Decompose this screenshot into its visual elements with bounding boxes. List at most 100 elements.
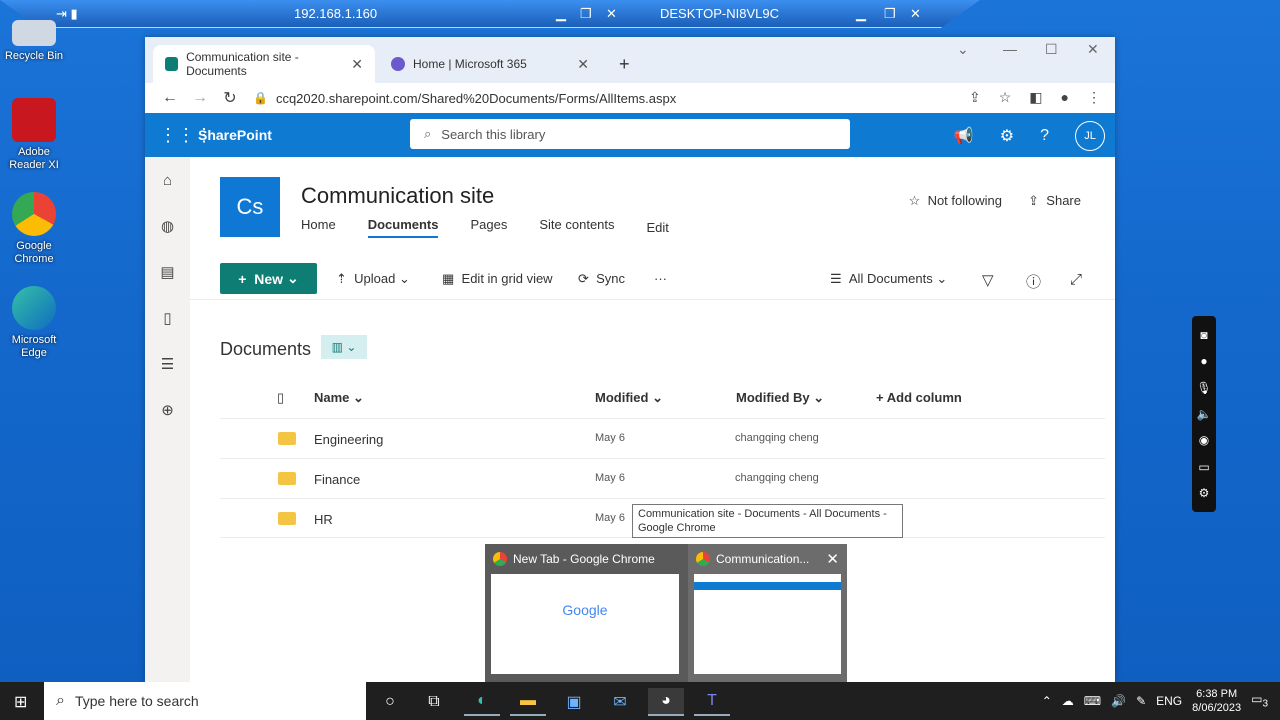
- window-icon[interactable]: ▭: [1198, 460, 1209, 474]
- tab-search-icon[interactable]: ⌄: [957, 41, 969, 58]
- menu-icon[interactable]: ⋮: [1087, 89, 1101, 106]
- new-tab-button[interactable]: +: [607, 45, 639, 83]
- site-logo[interactable]: Cs: [220, 177, 280, 237]
- view-selector[interactable]: ☰ All Documents ⌄: [830, 271, 947, 287]
- adobe-reader-icon: [12, 98, 56, 142]
- globe-icon[interactable]: ◍: [145, 203, 190, 249]
- record-icon[interactable]: ●: [1200, 354, 1207, 368]
- table-row[interactable]: Finance May 6 changqing cheng: [220, 458, 1105, 498]
- profile-icon[interactable]: ●: [1061, 89, 1069, 106]
- table-row[interactable]: Engineering May 6 changqing cheng: [220, 418, 1105, 458]
- site-title[interactable]: Communication site: [301, 183, 494, 209]
- network-icon[interactable]: ⌨: [1084, 694, 1101, 708]
- row-name[interactable]: Engineering: [314, 432, 383, 447]
- win-restore-icon[interactable]: ❐: [884, 6, 896, 22]
- column-modified-by[interactable]: Modified By ⌄: [736, 390, 824, 406]
- taskbar-search-input[interactable]: ⌕ Type here to search: [44, 682, 366, 720]
- nav-documents[interactable]: Documents: [367, 217, 439, 238]
- chevron-up-icon[interactable]: ⌃: [1042, 694, 1052, 708]
- nav-site-contents[interactable]: Site contents: [539, 217, 614, 238]
- thumbnail-new-tab[interactable]: New Tab - Google Chrome Google: [485, 544, 685, 682]
- minimize-icon[interactable]: —: [1003, 41, 1017, 57]
- start-icon[interactable]: ⊞: [14, 692, 27, 712]
- follow-button[interactable]: ☆ Not following: [909, 193, 1002, 209]
- maximize-icon[interactable]: ☐: [1045, 41, 1058, 58]
- gear-icon[interactable]: ⚙: [1000, 126, 1014, 146]
- rd-close-icon[interactable]: ✕: [606, 6, 617, 22]
- sharepoint-brand[interactable]: SharePoint: [198, 127, 272, 143]
- filter-icon[interactable]: ▽: [982, 271, 994, 289]
- speaker-icon[interactable]: 🔈: [1197, 407, 1212, 421]
- cortana-icon[interactable]: ○: [372, 688, 408, 716]
- close-thumbnail-icon[interactable]: ✕: [826, 550, 839, 568]
- tab-communication-site[interactable]: Communication site - Documents ✕: [153, 45, 375, 83]
- library-view-options[interactable]: ▥ ⌄: [321, 335, 367, 359]
- expand-icon[interactable]: ⤢: [1070, 271, 1082, 288]
- language-indicator[interactable]: ENG: [1156, 694, 1182, 708]
- close-window-icon[interactable]: ✕: [1087, 41, 1099, 58]
- library-search-input[interactable]: ⌕ Search this library: [410, 119, 850, 149]
- file-icon[interactable]: ▯: [145, 295, 190, 341]
- edge-taskbar-icon[interactable]: ◐: [464, 688, 500, 716]
- more-commands-button[interactable]: ···: [654, 271, 667, 286]
- thumbnail-communication-site[interactable]: Communication... ✕: [688, 544, 847, 682]
- camera-icon[interactable]: ◙: [1200, 328, 1207, 342]
- desktop-icon-adobe-reader[interactable]: Adobe Reader XI: [4, 98, 64, 172]
- row-name[interactable]: HR: [314, 512, 333, 527]
- onedrive-icon[interactable]: ☁: [1062, 694, 1074, 708]
- home-icon[interactable]: ⌂: [145, 157, 190, 203]
- desktop-icon-edge[interactable]: Microsoft Edge: [4, 286, 64, 360]
- info-icon[interactable]: ⓘ: [1026, 271, 1041, 292]
- volume-icon[interactable]: 🔊: [1111, 694, 1126, 708]
- megaphone-icon[interactable]: 📢: [954, 126, 974, 146]
- upload-button[interactable]: ⇡ Upload ⌄: [336, 271, 410, 287]
- store-icon[interactable]: ▣: [556, 688, 592, 716]
- share-page-icon[interactable]: ⇪: [969, 89, 981, 106]
- win-close-icon[interactable]: ✕: [910, 6, 921, 22]
- help-icon[interactable]: ?: [1040, 127, 1049, 145]
- tab-microsoft-365[interactable]: Home | Microsoft 365 ✕: [379, 45, 601, 83]
- nav-edit[interactable]: Edit: [647, 217, 669, 238]
- desktop-icon-chrome[interactable]: Google Chrome: [4, 192, 64, 266]
- url-field[interactable]: ccq2020.sharepoint.com/Shared%20Document…: [276, 91, 676, 106]
- sync-button[interactable]: ⟳ Sync: [578, 271, 625, 287]
- column-modified[interactable]: Modified ⌄: [595, 390, 663, 406]
- win-minimize-icon[interactable]: ▁: [856, 6, 866, 22]
- share-button[interactable]: ⇪ Share: [1028, 193, 1081, 209]
- forward-icon[interactable]: →: [185, 89, 215, 107]
- rd-restore-icon[interactable]: ❐: [580, 6, 592, 22]
- file-type-icon[interactable]: ▯: [277, 390, 284, 406]
- add-column-button[interactable]: + Add column: [876, 390, 962, 405]
- rd-minimize-icon[interactable]: ▁: [556, 6, 566, 22]
- desktop-icon-recycle-bin[interactable]: Recycle Bin: [4, 20, 64, 63]
- lock-icon[interactable]: 🔒: [253, 91, 268, 105]
- create-icon[interactable]: ⊕: [145, 387, 190, 433]
- row-name[interactable]: Finance: [314, 472, 360, 487]
- nav-pages[interactable]: Pages: [470, 217, 507, 238]
- column-name[interactable]: Name ⌄: [314, 390, 364, 406]
- back-icon[interactable]: ←: [155, 89, 185, 107]
- microphone-icon[interactable]: 🎙: [1196, 381, 1211, 395]
- remote-desktop-bar[interactable]: ⇥ ▮ 192.168.1.160 DESKTOP-NI8VL9C ▁ ❐ ✕ …: [0, 0, 980, 28]
- nav-home[interactable]: Home: [301, 217, 336, 238]
- webcam-icon[interactable]: ◉: [1199, 433, 1209, 447]
- side-panel-icon[interactable]: ◧: [1029, 89, 1042, 106]
- settings-gear-icon[interactable]: ⚙: [1199, 486, 1210, 500]
- reload-icon[interactable]: ↻: [215, 88, 245, 108]
- teams-icon[interactable]: T: [694, 688, 730, 716]
- news-icon[interactable]: ▤: [145, 249, 190, 295]
- close-tab-icon[interactable]: ✕: [351, 56, 363, 73]
- bookmark-star-icon[interactable]: ☆: [999, 89, 1012, 106]
- notification-icon[interactable]: ▭3: [1251, 692, 1268, 709]
- clock[interactable]: 6:38 PM 8/06/2023: [1192, 687, 1241, 715]
- task-view-icon[interactable]: ⧉: [416, 688, 452, 716]
- avatar[interactable]: JL: [1075, 121, 1105, 151]
- pen-icon[interactable]: ✎: [1136, 694, 1146, 708]
- list-icon[interactable]: ☰: [145, 341, 190, 387]
- new-button[interactable]: + New ⌄: [220, 263, 317, 294]
- mail-icon[interactable]: ✉: [602, 688, 638, 716]
- close-tab-icon[interactable]: ✕: [577, 56, 589, 73]
- file-explorer-icon[interactable]: ▬: [510, 688, 546, 716]
- chrome-taskbar-icon[interactable]: ◕: [648, 688, 684, 716]
- edit-grid-button[interactable]: ▦ Edit in grid view: [442, 271, 553, 287]
